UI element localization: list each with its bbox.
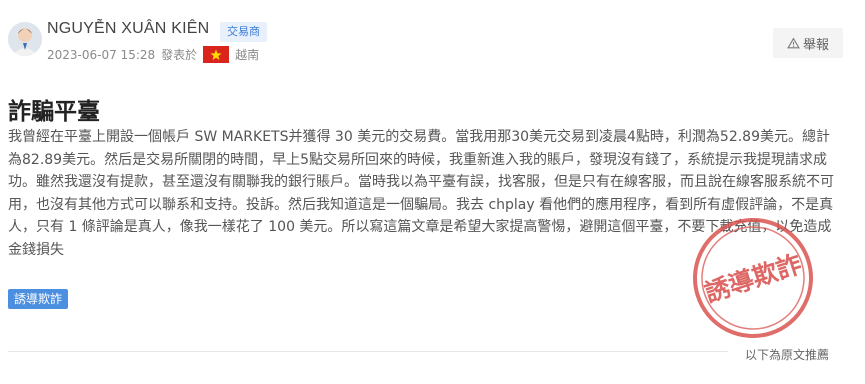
post-date: 2023-06-07 15:28 [47, 47, 156, 62]
post-meta: 2023-06-07 15:28 發表於 越南 [47, 46, 259, 63]
stamp-text: 誘導欺詐 [701, 249, 805, 307]
recommendation-note: 以下為原文推薦 [745, 348, 830, 362]
avatar[interactable] [8, 22, 42, 56]
posted-in-label: 發表於 [161, 48, 198, 62]
vietnam-flag-icon [203, 46, 230, 63]
country-name: 越南 [235, 48, 260, 62]
fraud-stamp: 誘導欺詐 [693, 218, 813, 338]
user-avatar-icon [8, 22, 42, 56]
role-badge: 交易商 [220, 22, 267, 42]
report-button[interactable]: 舉報 [773, 28, 843, 58]
warning-triangle-icon [787, 37, 800, 48]
user-name[interactable]: NGUYỄN XUÂN KIÊN [47, 20, 209, 38]
category-tag[interactable]: 誘導欺詐 [8, 289, 69, 309]
report-button-label: 舉報 [802, 37, 829, 53]
divider [8, 351, 728, 352]
post-title: 詐騙平臺 [8, 99, 100, 125]
